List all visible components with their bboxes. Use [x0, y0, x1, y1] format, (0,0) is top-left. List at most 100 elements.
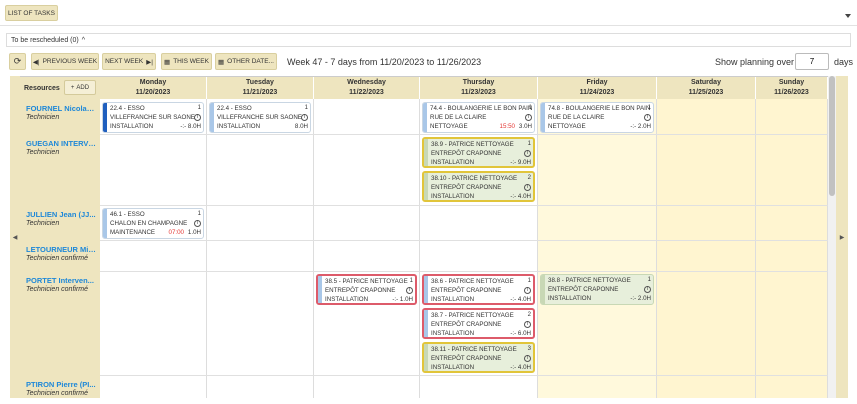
skip-previous-icon: ◀​|: [32, 58, 40, 66]
day-header-0: Monday 11/20/2023: [100, 77, 207, 99]
resource-name[interactable]: PTIRON Pierre (PI...: [26, 380, 96, 389]
resource-name[interactable]: PORTET Interven...: [26, 276, 96, 285]
task-type: INSTALLATION: [431, 296, 475, 303]
info-icon[interactable]: i: [194, 114, 201, 121]
vertical-scrollbar[interactable]: [828, 76, 836, 398]
add-resource-button[interactable]: + ADD: [64, 80, 96, 95]
this-week-button[interactable]: ▦ THIS WEEK: [161, 53, 212, 70]
task-card[interactable]: 38.8 - PATRICE NETTOYAGE ENTREPÔT CRAPONN…: [540, 274, 654, 305]
info-icon[interactable]: i: [406, 287, 413, 294]
day-column-0[interactable]: [100, 99, 207, 398]
info-icon[interactable]: i: [644, 286, 651, 293]
task-duration: -:- 1.0H: [392, 296, 413, 303]
day-name: Tuesday: [246, 79, 274, 86]
task-order: 2: [527, 312, 531, 318]
task-card[interactable]: 38.11 - PATRICE NETTOYAGE ENTREPÔT CRAPON…: [422, 342, 535, 373]
task-type: INSTALLATION: [431, 330, 475, 337]
resource-role: Technicien confirmé: [26, 255, 88, 262]
task-title: 46.1 - ESSO: [110, 211, 145, 218]
task-duration: -:- 4.0H: [510, 364, 531, 371]
day-date: 11/22/2023: [349, 89, 384, 96]
resource-role: Technicien confirmé: [26, 390, 88, 397]
day-column-1[interactable]: [207, 99, 314, 398]
task-type: INSTALLATION: [431, 193, 475, 200]
task-title: 38.5 - PATRICE NETTOYAGE: [325, 278, 408, 285]
chevron-down-icon[interactable]: [845, 14, 851, 18]
day-header-1: Tuesday 11/21/2023: [207, 77, 314, 99]
task-type: NETTOYAGE: [548, 123, 586, 130]
row-separator: [100, 205, 828, 206]
task-time: 15:50: [499, 123, 515, 130]
task-card[interactable]: 38.10 - PATRICE NETTOYAGE ENTREPÔT CRAPON…: [422, 171, 535, 202]
task-type: INSTALLATION: [110, 123, 154, 130]
info-icon[interactable]: i: [524, 321, 531, 328]
day-column-6[interactable]: [756, 99, 828, 398]
task-card[interactable]: 38.5 - PATRICE NETTOYAGE ENTREPÔT CRAPONN…: [316, 274, 417, 305]
next-week-button[interactable]: NEXT WEEK ▶|: [102, 53, 156, 70]
previous-week-button[interactable]: ◀​| PREVIOUS WEEK: [31, 53, 99, 70]
scroll-right-button[interactable]: ▶: [836, 76, 848, 398]
task-card[interactable]: 46.1 - ESSO CHALON EN CHAMPAGNE MAINTENANC…: [102, 208, 204, 239]
day-header-2: Wednesday 11/22/2023: [314, 77, 420, 99]
task-title: 22.4 - ESSO: [110, 105, 145, 112]
task-card[interactable]: 74.4 - BOULANGERIE LE BON PAIN RUE DE LA …: [422, 102, 535, 133]
row-separator: [100, 375, 828, 376]
info-icon[interactable]: i: [524, 355, 531, 362]
task-location: ENTREPÔT CRAPONNE: [431, 150, 502, 157]
reschedule-panel-toggle[interactable]: To be rescheduled (0) ^: [6, 33, 851, 47]
other-date-button[interactable]: ▦ OTHER DATE...: [215, 53, 277, 70]
info-icon[interactable]: i: [194, 220, 201, 227]
task-duration: -:- 8.0H: [180, 123, 201, 130]
resource-name[interactable]: LETOURNEUR Mic...: [26, 245, 96, 254]
chevron-up-icon: ^: [81, 36, 86, 44]
day-date: 11/21/2023: [242, 89, 278, 96]
days-count-input[interactable]: [795, 53, 829, 70]
task-title: 38.6 - PATRICE NETTOYAGE: [431, 278, 514, 285]
resource-name[interactable]: FOURNEL Nicolas ...: [26, 104, 96, 113]
refresh-button[interactable]: ⟳: [9, 53, 26, 70]
list-of-tasks-button[interactable]: LIST OF TASKS: [5, 5, 58, 21]
day-header-3: Thursday 11/23/2023: [420, 77, 538, 99]
info-icon[interactable]: i: [644, 114, 651, 121]
task-order: 1: [527, 278, 531, 284]
day-name: Thursday: [462, 79, 495, 86]
task-card[interactable]: 22.4 - ESSO VILLEFRANCHE SUR SAONE INSTALL…: [102, 102, 204, 133]
task-card[interactable]: 74.8 - BOULANGERIE LE BON PAIN RUE DE LA …: [540, 102, 654, 133]
previous-week-label: PREVIOUS WEEK: [42, 58, 98, 65]
other-date-label: OTHER DATE...: [227, 58, 274, 65]
resource-role: Technicien confirmé: [26, 286, 88, 293]
info-icon[interactable]: i: [524, 184, 531, 191]
day-column-5[interactable]: [657, 99, 756, 398]
resource-role: Technicien: [26, 149, 60, 156]
task-card[interactable]: 22.4 - ESSO VILLEFRANCHE SUR SAONE INSTALL…: [209, 102, 311, 133]
row-separator: [100, 240, 828, 241]
resource-name[interactable]: JULLIEN Jean (JJ...: [26, 210, 96, 219]
day-name: Sunday: [778, 79, 805, 86]
day-column-4[interactable]: [538, 99, 657, 398]
info-icon[interactable]: i: [524, 150, 531, 157]
day-date: 11/24/2023: [579, 89, 615, 96]
task-color-bar: [423, 103, 427, 132]
task-type: NETTOYAGE: [430, 123, 468, 130]
task-card[interactable]: 38.6 - PATRICE NETTOYAGE ENTREPÔT CRAPONN…: [422, 274, 535, 305]
scroll-left-button[interactable]: ◀: [10, 76, 20, 398]
day-name: Saturday: [691, 79, 721, 86]
task-order: 1: [304, 105, 308, 111]
task-location: RUE DE LA CLAIRE: [430, 114, 487, 121]
task-type: INSTALLATION: [431, 364, 475, 371]
task-location: ENTREPÔT CRAPONNE: [325, 287, 396, 294]
day-column-2[interactable]: [314, 99, 420, 398]
task-card[interactable]: 38.7 - PATRICE NETTOYAGE ENTREPÔT CRAPONN…: [422, 308, 535, 339]
task-card[interactable]: 38.9 - PATRICE NETTOYAGE ENTREPÔT CRAPONN…: [422, 137, 535, 168]
day-date: 11/23/2023: [461, 89, 496, 96]
info-icon[interactable]: i: [524, 287, 531, 294]
day-name: Wednesday: [347, 79, 386, 86]
resource-name[interactable]: GUEGAN INTERVE...: [26, 139, 96, 148]
info-icon[interactable]: i: [525, 114, 532, 121]
info-icon[interactable]: i: [301, 114, 308, 121]
task-location: CHALON EN CHAMPAGNE: [110, 220, 188, 227]
scrollbar-thumb[interactable]: [829, 76, 835, 196]
task-color-bar: [424, 310, 428, 337]
task-location: ENTREPÔT CRAPONNE: [548, 286, 619, 293]
task-order: 1: [197, 211, 201, 217]
